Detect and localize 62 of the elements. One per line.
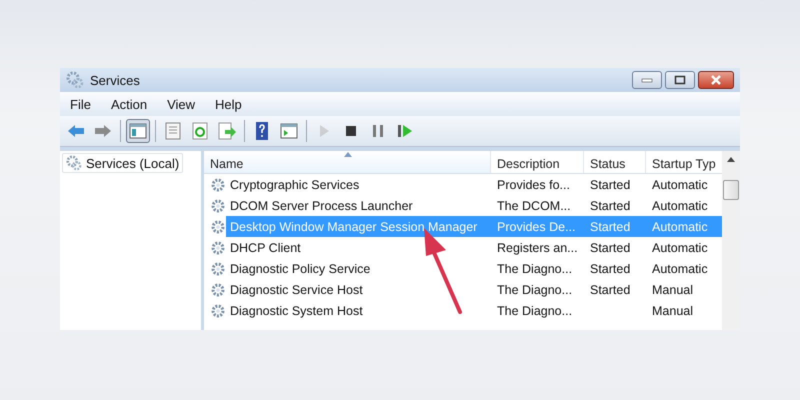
startup-type: Automatic xyxy=(652,262,708,276)
maximize-icon xyxy=(674,75,686,85)
table-row[interactable]: Diagnostic Service Host The Diagno... Started Manual xyxy=(204,279,722,300)
minimize-icon xyxy=(641,77,653,83)
scrollbar-thumb[interactable] xyxy=(723,180,739,200)
startup-type: Automatic xyxy=(652,178,708,192)
window-title: Services xyxy=(90,72,140,88)
gear-icon xyxy=(210,218,226,234)
menu-item[interactable]: Action xyxy=(110,96,148,112)
service-name: Desktop Window Manager Session Manager xyxy=(230,220,478,234)
gear-icon xyxy=(210,260,226,276)
startup-type: Automatic xyxy=(652,220,708,234)
column-header[interactable]: Name xyxy=(204,151,491,173)
service-description: The DCOM... xyxy=(497,198,571,212)
maximize-button[interactable] xyxy=(665,71,695,89)
menu-item[interactable]: View xyxy=(167,96,196,112)
menu-item[interactable]: File xyxy=(70,96,91,112)
table-row[interactable]: Cryptographic Services Provides fo... Started Automatic xyxy=(204,174,722,195)
startup-type: Manual xyxy=(652,282,693,296)
gears-icon xyxy=(66,155,82,171)
service-status: Started xyxy=(590,282,630,296)
service-description: Registers an... xyxy=(497,240,578,254)
service-status: Started xyxy=(590,198,630,212)
service-status: Started xyxy=(590,220,630,234)
table-row[interactable]: Diagnostic Policy Service The Diagno... Started Automatic xyxy=(204,258,722,279)
service-name: Diagnostic System Host xyxy=(230,304,363,318)
tree-item[interactable]: Services (Local) xyxy=(62,153,184,173)
service-status: Started xyxy=(590,178,630,192)
service-name: Diagnostic Service Host xyxy=(230,282,363,296)
service-status: Started xyxy=(590,240,630,254)
gear-icon xyxy=(210,302,226,318)
service-description: The Diagno... xyxy=(497,282,572,296)
service-name: DHCP Client xyxy=(230,240,301,254)
gear-icon xyxy=(210,240,226,256)
close-icon xyxy=(710,75,722,85)
service-description: The Diagno... xyxy=(497,262,572,276)
service-description: Provides fo... xyxy=(497,178,570,192)
startup-type: Automatic xyxy=(652,198,708,212)
service-status: Started xyxy=(590,262,630,276)
startup-type: Manual xyxy=(652,304,693,318)
minimize-button[interactable] xyxy=(632,71,662,89)
service-description: Provides De... xyxy=(497,220,576,234)
gear-icon xyxy=(210,176,226,192)
sort-arrow-icon xyxy=(344,152,352,157)
table-row[interactable]: DHCP Client Registers an... Started Automatic xyxy=(204,237,722,258)
menu-item[interactable]: Help xyxy=(215,96,242,112)
table-row[interactable]: DCOM Server Process Launcher The DCOM... Started Automatic xyxy=(204,195,722,216)
console-tree-icon[interactable] xyxy=(126,119,150,143)
startup-type: Automatic xyxy=(652,240,708,254)
gears-icon xyxy=(66,71,84,89)
service-name: Cryptographic Services xyxy=(230,178,360,192)
scroll-up-icon xyxy=(727,157,735,162)
table-row[interactable]: Diagnostic System Host The Diagno... Manual xyxy=(204,300,722,321)
service-name: Diagnostic Policy Service xyxy=(230,262,370,276)
column-header[interactable]: Description xyxy=(491,151,584,173)
column-header[interactable]: Status xyxy=(584,151,646,173)
service-description: The Diagno... xyxy=(497,304,572,318)
gear-icon xyxy=(210,282,226,298)
service-name: DCOM Server Process Launcher xyxy=(230,198,413,212)
vertical-scrollbar[interactable] xyxy=(722,151,740,330)
close-button[interactable] xyxy=(698,71,734,89)
gear-icon xyxy=(210,198,226,214)
